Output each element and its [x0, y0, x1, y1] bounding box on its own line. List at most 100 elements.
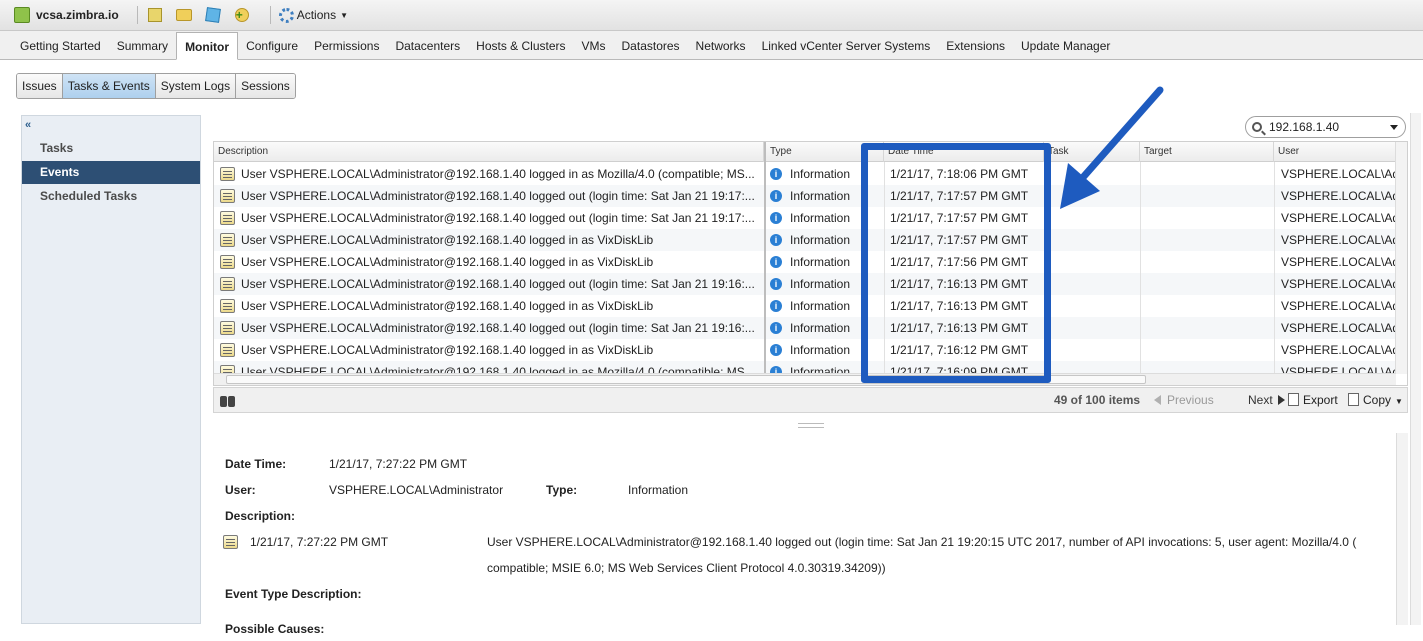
item-count: 49 of 100 items [1054, 393, 1141, 407]
type-value: Information [628, 483, 689, 497]
tab-linked-vcenter[interactable]: Linked vCenter Server Systems [754, 33, 939, 59]
actions-label: Actions [296, 8, 337, 22]
toolbar-divider [269, 6, 271, 24]
info-icon: i [770, 300, 782, 312]
event-details: Date Time: 1/21/17, 7:27:22 PM GMT User:… [213, 433, 1408, 636]
chevron-down-icon: ▼ [1395, 397, 1403, 406]
copy-button[interactable]: Copy ▼ [1348, 393, 1403, 407]
table-row[interactable]: User VSPHERE.LOCAL\Administrator@192.168… [214, 229, 1396, 251]
event-icon [220, 233, 235, 247]
export-label: Export [1303, 393, 1338, 407]
description-label: Description: [225, 509, 296, 523]
info-icon: i [770, 212, 782, 224]
tab-permissions[interactable]: Permissions [306, 33, 387, 59]
table-row[interactable]: User VSPHERE.LOCAL\Administrator@192.168… [214, 251, 1396, 273]
user-label: User: [225, 483, 256, 497]
table-horizontal-scrollbar[interactable] [214, 373, 1396, 385]
column-header-user[interactable]: User [1274, 142, 1396, 162]
event-icon [220, 343, 235, 357]
user-cell: VSPHERE.LOCAL\Ad [1281, 211, 1396, 225]
add-permission-icon[interactable]: + [233, 6, 251, 24]
event-icon [220, 277, 235, 291]
info-icon: i [770, 278, 782, 290]
tab-datastores[interactable]: Datastores [614, 33, 688, 59]
previous-icon [1154, 395, 1161, 405]
description-text-line1: User VSPHERE.LOCAL\Administrator@192.168… [487, 535, 1357, 549]
subtab-sessions[interactable]: Sessions [236, 74, 295, 98]
table-row[interactable]: User VSPHERE.LOCAL\Administrator@192.168… [214, 339, 1396, 361]
panel-splitter[interactable] [798, 423, 824, 428]
copy-label: Copy [1363, 393, 1392, 407]
table-row[interactable]: User VSPHERE.LOCAL\Administrator@192.168… [214, 207, 1396, 229]
nav-item-tasks[interactable]: Tasks [22, 137, 200, 160]
new-datacenter-icon[interactable] [204, 6, 222, 24]
gear-icon [278, 7, 294, 23]
description-time: 1/21/17, 7:27:22 PM GMT [250, 535, 389, 549]
page-scrollbar[interactable] [1410, 113, 1421, 625]
nav-item-scheduled-tasks[interactable]: Scheduled Tasks [22, 185, 200, 208]
event-icon [220, 211, 235, 225]
table-vertical-scrollbar[interactable] [1395, 142, 1407, 374]
tab-extensions[interactable]: Extensions [938, 33, 1013, 59]
annotation-arrow-icon [1060, 86, 1164, 209]
event-icon [223, 535, 238, 549]
new-folder-icon[interactable] [175, 6, 193, 24]
filter-search[interactable]: 192.168.1.40 [1245, 116, 1406, 138]
info-icon: i [770, 344, 782, 356]
column-divider[interactable] [764, 162, 766, 374]
table-row[interactable]: User VSPHERE.LOCAL\Administrator@192.168… [214, 295, 1396, 317]
tab-monitor[interactable]: Monitor [176, 32, 239, 60]
host-title[interactable]: vcsa.zimbra.io [36, 8, 119, 22]
tasks-events-nav: « Tasks Events Scheduled Tasks [21, 115, 201, 624]
chevron-down-icon[interactable] [1390, 125, 1398, 130]
user-cell: VSPHERE.LOCAL\Ad [1281, 321, 1396, 335]
user-cell: VSPHERE.LOCAL\Ad [1281, 189, 1396, 203]
description-cell: User VSPHERE.LOCAL\Administrator@192.168… [241, 255, 654, 269]
next-button[interactable]: Next [1248, 393, 1285, 407]
next-icon [1277, 395, 1285, 405]
previous-button[interactable]: Previous [1154, 393, 1214, 407]
column-divider [1274, 162, 1275, 374]
datetime-value: 1/21/17, 7:27:22 PM GMT [329, 457, 468, 471]
subtab-system-logs[interactable]: System Logs [155, 74, 237, 98]
search-icon [1252, 122, 1262, 132]
tab-summary[interactable]: Summary [109, 33, 176, 59]
export-button[interactable]: Export [1288, 393, 1338, 407]
tab-configure[interactable]: Configure [238, 33, 306, 59]
table-row[interactable]: User VSPHERE.LOCAL\Administrator@192.168… [214, 273, 1396, 295]
subtab-issues[interactable]: Issues [17, 74, 63, 98]
tab-update-manager[interactable]: Update Manager [1013, 33, 1118, 59]
new-host-icon[interactable] [146, 6, 164, 24]
tab-datacenters[interactable]: Datacenters [387, 33, 468, 59]
event-icon [220, 189, 235, 203]
table-row[interactable]: User VSPHERE.LOCAL\Administrator@192.168… [214, 317, 1396, 339]
event-icon [220, 255, 235, 269]
tab-networks[interactable]: Networks [688, 33, 754, 59]
table-row[interactable]: User VSPHERE.LOCAL\Administrator@192.168… [214, 163, 1396, 185]
user-cell: VSPHERE.LOCAL\Ad [1281, 277, 1396, 291]
tab-getting-started[interactable]: Getting Started [12, 33, 109, 59]
copy-icon [1348, 393, 1359, 406]
tab-vms[interactable]: VMs [574, 33, 614, 59]
event-icon [220, 321, 235, 335]
table-footer: 49 of 100 items Previous Next Export Cop… [213, 387, 1408, 413]
collapse-panel-icon[interactable]: « [25, 119, 31, 131]
subtab-tasks-events[interactable]: Tasks & Events [62, 74, 156, 98]
description-cell: User VSPHERE.LOCAL\Administrator@192.168… [241, 189, 755, 203]
nav-item-events[interactable]: Events [22, 161, 200, 184]
column-header-description[interactable]: Description [214, 142, 764, 162]
event-icon [220, 299, 235, 313]
search-input[interactable]: 192.168.1.40 [1269, 120, 1339, 134]
chevron-down-icon: ▼ [340, 10, 348, 20]
next-label: Next [1248, 393, 1273, 407]
monitor-subtabs: Issues Tasks & Events System Logs Sessio… [16, 73, 296, 99]
description-cell: User VSPHERE.LOCAL\Administrator@192.168… [241, 299, 654, 313]
binoculars-icon[interactable] [220, 394, 236, 407]
table-row[interactable]: User VSPHERE.LOCAL\Administrator@192.168… [214, 185, 1396, 207]
actions-menu[interactable]: Actions ▼ [278, 7, 348, 23]
tab-hosts-clusters[interactable]: Hosts & Clusters [468, 33, 573, 59]
details-scrollbar[interactable] [1396, 433, 1408, 625]
info-icon: i [770, 190, 782, 202]
events-table: Description Type Date Time Task Target U… [213, 141, 1408, 386]
user-cell: VSPHERE.LOCAL\Ad [1281, 299, 1396, 313]
